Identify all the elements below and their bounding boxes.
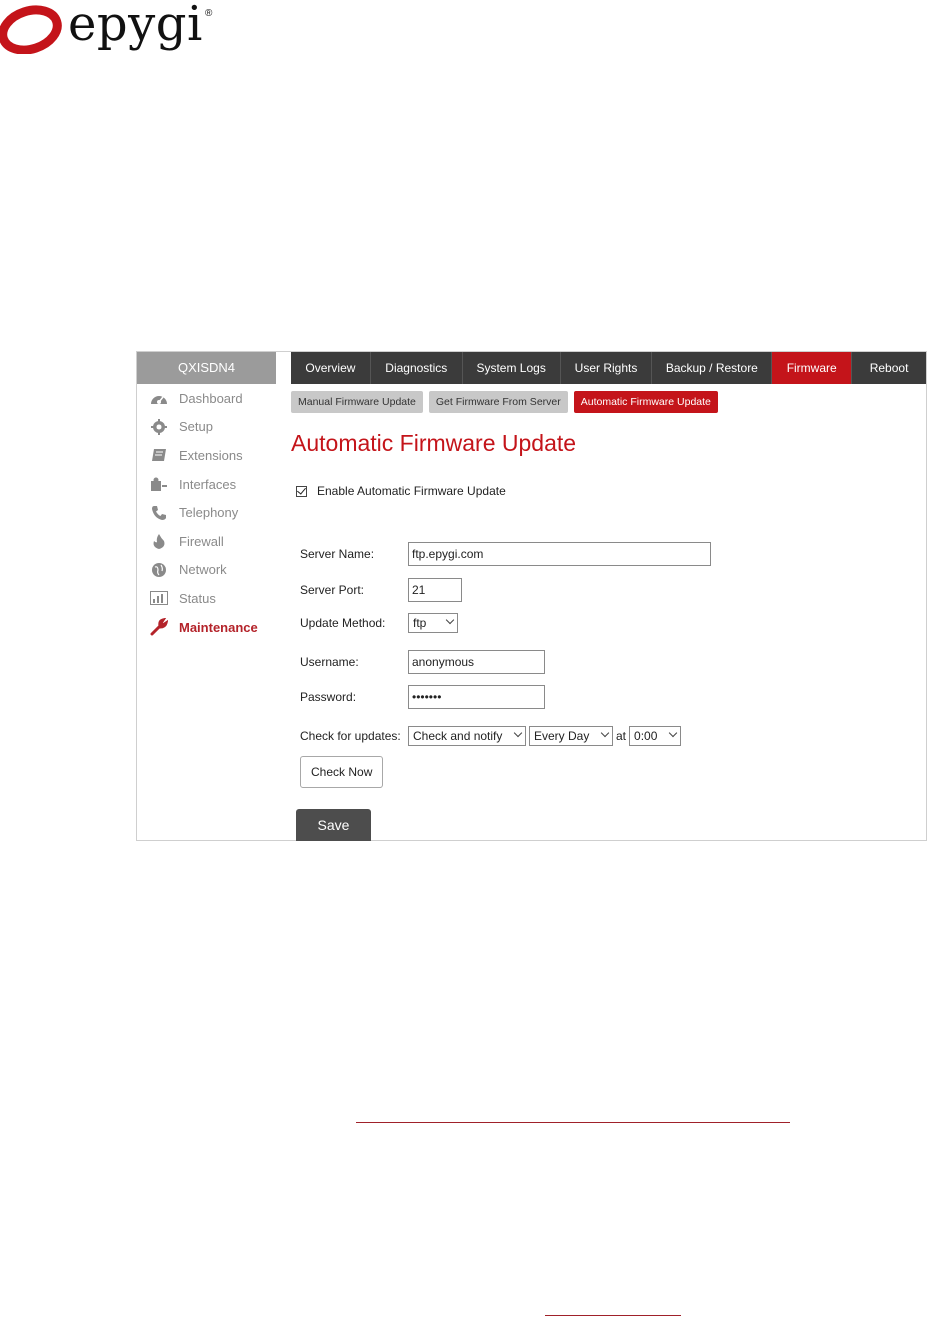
at-label: at bbox=[616, 729, 627, 743]
check-updates-label: Check for updates: bbox=[300, 729, 401, 743]
tab-diagnostics[interactable]: Diagnostics bbox=[371, 352, 463, 384]
username-row: Username: anonymous bbox=[300, 650, 545, 674]
chevron-down-icon bbox=[668, 728, 678, 738]
server-name-label: Server Name: bbox=[300, 547, 375, 561]
tab-firmware[interactable]: Firmware bbox=[772, 352, 853, 384]
subtab-get-firmware-from-server[interactable]: Get Firmware From Server bbox=[428, 391, 568, 413]
divider-line bbox=[545, 1315, 681, 1316]
gear-icon bbox=[149, 418, 169, 436]
server-name-row: Server Name: ftp.epygi.com bbox=[300, 542, 711, 566]
tab-backup-restore[interactable]: Backup / Restore bbox=[652, 352, 773, 384]
top-tabs: Overview Diagnostics System Logs User Ri… bbox=[291, 352, 926, 384]
bar-chart-icon bbox=[149, 589, 169, 607]
sidebar-item-label: Telephony bbox=[179, 505, 239, 521]
check-mode-value: Check and notify bbox=[413, 729, 503, 743]
tab-system-logs[interactable]: System Logs bbox=[463, 352, 561, 384]
sidebar-item-telephony[interactable]: Telephony bbox=[137, 498, 280, 527]
tab-user-rights[interactable]: User Rights bbox=[561, 352, 653, 384]
sidebar-item-label: Interfaces bbox=[179, 476, 237, 492]
tab-overview[interactable]: Overview bbox=[291, 352, 371, 384]
enable-auto-update-row: Enable Automatic Firmware Update bbox=[291, 484, 926, 498]
main-panel: Overview Diagnostics System Logs User Ri… bbox=[291, 352, 926, 841]
chevron-down-icon bbox=[513, 728, 523, 738]
sidebar-item-label: Firewall bbox=[179, 533, 224, 549]
subtabs: Manual Firmware Update Get Firmware From… bbox=[291, 391, 926, 413]
tab-reboot[interactable]: Reboot bbox=[852, 352, 926, 384]
wrench-icon bbox=[149, 618, 169, 636]
enable-auto-update-checkbox[interactable] bbox=[296, 485, 307, 497]
flame-icon bbox=[149, 532, 169, 550]
update-method-value: ftp bbox=[413, 616, 427, 630]
sidebar-item-label: Network bbox=[179, 562, 227, 578]
password-label: Password: bbox=[300, 690, 357, 704]
server-name-input[interactable]: ftp.epygi.com bbox=[408, 542, 711, 566]
sidebar-item-extensions[interactable]: Extensions bbox=[137, 441, 280, 470]
update-method-label: Update Method: bbox=[300, 616, 386, 630]
username-input[interactable]: anonymous bbox=[408, 650, 545, 674]
update-method-row: Update Method: ftp bbox=[300, 613, 458, 633]
epygi-swirl-icon bbox=[0, 5, 62, 54]
server-port-label: Server Port: bbox=[300, 583, 365, 597]
admin-window: QXISDN4 Dashboard Setup Extensions Inter… bbox=[136, 351, 927, 841]
server-port-row: Server Port: 21 bbox=[300, 578, 462, 602]
sidebar-nav: Dashboard Setup Extensions Interfaces Te… bbox=[137, 384, 280, 641]
sidebar: QXISDN4 Dashboard Setup Extensions Inter… bbox=[137, 352, 280, 840]
sidebar-item-network[interactable]: Network bbox=[137, 556, 280, 585]
password-row: Password: ••••••• bbox=[300, 685, 545, 709]
sidebar-item-label: Maintenance bbox=[179, 619, 258, 635]
sidebar-item-setup[interactable]: Setup bbox=[137, 413, 280, 442]
registered-mark: ® bbox=[205, 8, 213, 19]
divider-line bbox=[356, 1122, 790, 1123]
epygi-logo: epygi ® bbox=[0, 0, 230, 60]
chevron-down-icon bbox=[445, 615, 455, 625]
update-method-select[interactable]: ftp bbox=[408, 613, 458, 633]
sidebar-item-dashboard[interactable]: Dashboard bbox=[137, 384, 280, 413]
subtab-automatic-firmware-update[interactable]: Automatic Firmware Update bbox=[573, 391, 718, 413]
sidebar-item-status[interactable]: Status bbox=[137, 584, 280, 613]
check-now-button[interactable]: Check Now bbox=[300, 756, 384, 788]
password-input[interactable]: ••••••• bbox=[408, 685, 545, 709]
server-port-input[interactable]: 21 bbox=[408, 578, 462, 602]
sidebar-item-label: Extensions bbox=[179, 447, 243, 463]
logo-wordmark: epygi bbox=[68, 0, 203, 52]
check-time-value: 0:00 bbox=[634, 729, 658, 743]
username-label: Username: bbox=[300, 655, 359, 669]
check-frequency-value: Every Day bbox=[534, 729, 590, 743]
sidebar-item-firewall[interactable]: Firewall bbox=[137, 527, 280, 556]
check-time-select[interactable]: 0:00 bbox=[629, 726, 682, 746]
chevron-down-icon bbox=[600, 728, 610, 738]
check-updates-row: Check for updates: Check and notify Ever… bbox=[300, 726, 682, 746]
device-name: QXISDN4 bbox=[137, 352, 276, 384]
check-frequency-select[interactable]: Every Day bbox=[529, 726, 613, 746]
book-icon bbox=[149, 446, 169, 464]
subtab-manual-firmware-update[interactable]: Manual Firmware Update bbox=[291, 391, 423, 413]
sidebar-item-maintenance[interactable]: Maintenance bbox=[137, 613, 280, 642]
puzzle-icon bbox=[149, 475, 169, 493]
sidebar-item-label: Setup bbox=[179, 419, 213, 435]
sidebar-item-label: Status bbox=[179, 590, 216, 606]
phone-icon bbox=[149, 504, 169, 522]
dashboard-icon bbox=[149, 389, 169, 407]
globe-icon bbox=[149, 561, 169, 579]
check-mode-select[interactable]: Check and notify bbox=[408, 726, 526, 746]
page-title: Automatic Firmware Update bbox=[291, 430, 577, 456]
sidebar-item-interfaces[interactable]: Interfaces bbox=[137, 470, 280, 499]
enable-auto-update-label: Enable Automatic Firmware Update bbox=[317, 484, 506, 498]
sidebar-item-label: Dashboard bbox=[179, 390, 243, 406]
save-button[interactable]: Save bbox=[296, 809, 371, 841]
